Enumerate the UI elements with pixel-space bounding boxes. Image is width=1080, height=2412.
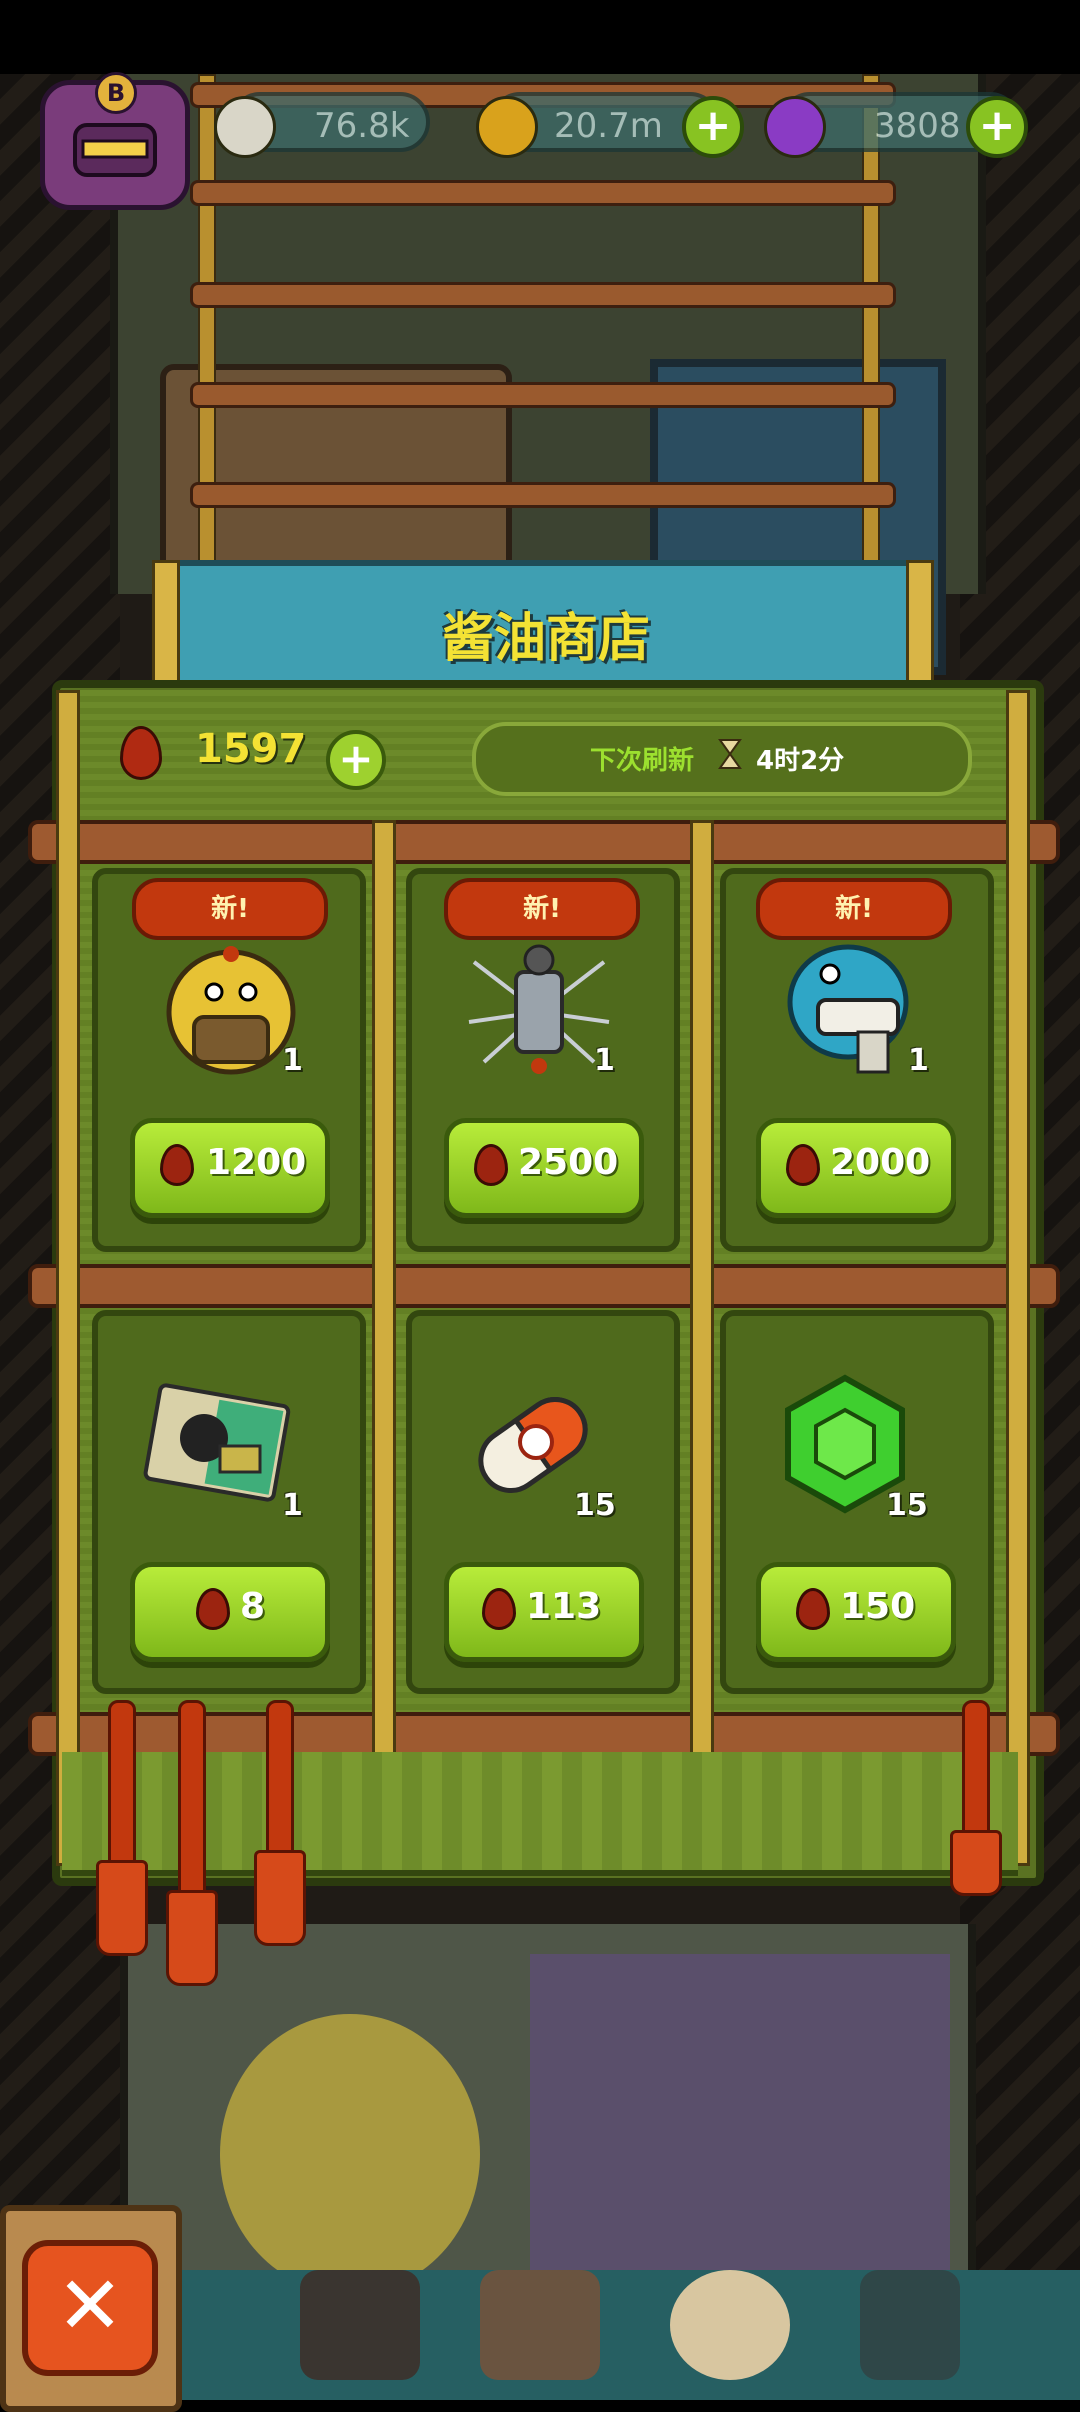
eye-count-text: 76.8k: [314, 106, 410, 146]
soy-sauce-drop-icon: [786, 1144, 820, 1186]
price-label: 2000: [830, 1142, 931, 1183]
item-quantity: 1: [594, 1043, 615, 1078]
new-badge: 新!: [132, 878, 328, 940]
book-nav-icon[interactable]: [480, 2270, 600, 2380]
add-potion-button[interactable]: +: [966, 96, 1028, 158]
ladder-rung: [190, 282, 896, 308]
shelf-post: [1006, 690, 1030, 1866]
refresh-time: 4时2分: [756, 746, 845, 776]
price-label: 113: [526, 1586, 602, 1627]
furnace-nav-icon[interactable]: [300, 2270, 420, 2380]
tassel-decor: [166, 1890, 218, 1986]
soy-sauce-drop-icon: [482, 1588, 516, 1630]
ladder-rung: [190, 382, 896, 408]
shelf-post: [690, 820, 714, 1766]
item-quantity: 15: [574, 1488, 616, 1523]
money-bag-nav-icon[interactable]: [670, 2270, 790, 2380]
shelf-beam-top: [28, 820, 1060, 864]
refresh-label: 下次刷新: [590, 746, 695, 776]
status-bar: [0, 0, 1080, 74]
price-label: 2500: [518, 1142, 619, 1183]
buy-button[interactable]: [130, 1562, 330, 1662]
tassel-decor: [950, 1830, 1002, 1896]
soy-sauce-balance: 1597: [195, 726, 307, 772]
tassel-decor: [108, 1700, 136, 1876]
rank-badge: B: [95, 72, 137, 114]
new-badge: 新!: [756, 878, 952, 940]
soy-sauce-drop-icon: [474, 1144, 508, 1186]
price-label: 150: [840, 1586, 916, 1627]
crow-map-icon: [143, 1383, 291, 1502]
shelf-beam-middle: [28, 1264, 1060, 1308]
tassel-decor: [254, 1850, 306, 1946]
soy-sauce-drop-icon: [796, 1588, 830, 1630]
blue-monster-icon: [787, 944, 909, 1074]
ladder-rung: [190, 482, 896, 508]
skeleton-monster-icon: [468, 944, 610, 1074]
soy-sauce-drop-icon: [160, 1144, 194, 1186]
item-quantity: 15: [886, 1488, 928, 1523]
ladder-rung: [190, 180, 896, 206]
shop-title: 酱油商店: [441, 609, 650, 669]
new-badge: 新!: [444, 878, 640, 940]
hourglass-icon: [718, 739, 742, 769]
add-coins-button[interactable]: +: [682, 96, 744, 158]
coin-icon: [476, 96, 538, 158]
price-label: 8: [240, 1586, 266, 1627]
coin-count-text: 20.7m: [554, 106, 663, 146]
close-button[interactable]: ✕: [22, 2240, 158, 2376]
price-label: 1200: [206, 1142, 307, 1183]
background-monster: [220, 2014, 480, 2294]
soy-sauce-drop-icon: [196, 1588, 230, 1630]
tassel-decor: [178, 1700, 206, 1906]
potion-count-text: 3808: [874, 106, 961, 146]
potion-icon: [764, 96, 826, 158]
item-quantity: 1: [908, 1043, 929, 1078]
item-quantity: 1: [282, 1488, 303, 1523]
tassel-decor: [96, 1860, 148, 1956]
item-quantity: 1: [282, 1043, 303, 1078]
eye-icon: [214, 96, 276, 158]
shelf-post: [56, 690, 80, 1866]
shelf-post: [372, 820, 396, 1766]
grid-menu-nav-icon[interactable]: [860, 2270, 960, 2380]
add-soy-sauce-button[interactable]: +: [326, 730, 386, 790]
